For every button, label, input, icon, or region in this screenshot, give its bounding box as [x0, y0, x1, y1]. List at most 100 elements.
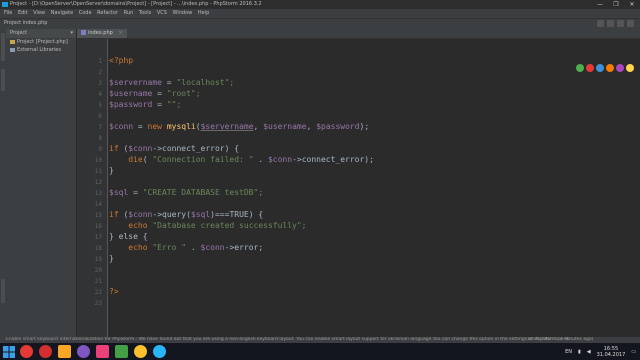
navigation-bar: Project index.php: [0, 18, 640, 29]
line-number: 5: [98, 102, 102, 109]
menu-window[interactable]: Window: [173, 9, 193, 18]
menu-tools[interactable]: Tools: [139, 9, 151, 18]
opera-icon[interactable]: [39, 345, 52, 358]
viber-icon[interactable]: [77, 345, 90, 358]
project-panel: Project ▾ Project [Project.php] External…: [6, 29, 77, 337]
line-number: 20: [94, 267, 102, 274]
tree-item-project[interactable]: Project [Project.php]: [6, 38, 76, 46]
menu-help[interactable]: Help: [198, 9, 209, 18]
line-number: 7: [98, 124, 102, 131]
phpstorm-logo-icon: [2, 2, 8, 7]
line-number: 22: [94, 289, 102, 296]
line-number: 9: [98, 146, 102, 153]
project-tool-tab[interactable]: [1, 33, 5, 61]
php-file-icon: [81, 30, 86, 35]
maximize-button[interactable]: ❐: [608, 0, 624, 9]
window-title: Project - [D:\OpenServer\OpenServer\doma…: [10, 1, 262, 7]
notification-icon[interactable]: ▭: [631, 349, 636, 355]
project-panel-header[interactable]: Project ▾: [6, 29, 76, 38]
menu-edit[interactable]: Edit: [18, 9, 28, 18]
windows-taskbar: EN ▮ ◀ 16:55 31.04.2017 ▭: [0, 343, 640, 360]
code-line-23: ?>: [109, 287, 119, 296]
language-indicator[interactable]: EN: [565, 349, 572, 355]
code-line-13: $sql = "CREATE DATABASE testDB";: [109, 188, 264, 197]
line-number: 23: [94, 300, 102, 307]
line-number: 19: [94, 256, 102, 263]
network-icon[interactable]: ▮: [578, 349, 581, 355]
code-line-17: } else {: [109, 232, 148, 241]
volume-icon[interactable]: ◀: [587, 349, 591, 355]
menu-view[interactable]: View: [33, 9, 45, 18]
minimize-button[interactable]: —: [592, 0, 608, 9]
breadcrumb[interactable]: Project index.php: [4, 20, 47, 26]
menu-bar: File Edit View Navigate Code Refactor Ru…: [0, 9, 640, 18]
safari-preview-icon[interactable]: [616, 64, 624, 72]
line-number: 17: [94, 234, 102, 241]
window-controls: — ❐ ✕: [592, 0, 640, 9]
toolbar-icons: [597, 20, 634, 27]
window-titlebar: Project - [D:\OpenServer\OpenServer\doma…: [0, 0, 640, 9]
line-number: 18: [94, 245, 102, 252]
structure-tool-tab[interactable]: [1, 69, 5, 91]
code-line-10: die( "Connection failed: " . $conn->conn…: [128, 155, 374, 164]
code-line-3: $servername = "localhost";: [109, 78, 235, 87]
code-editor[interactable]: 1 2 3 4 5 6 7 8 9 10 11 12 13 14 15 16 1…: [77, 39, 640, 337]
line-number: 16: [94, 223, 102, 230]
code-line-9: if ($conn->connect_error) {: [109, 144, 240, 153]
taskbar-apps: [20, 345, 166, 358]
close-button[interactable]: ✕: [624, 0, 640, 9]
line-number: 15: [94, 212, 102, 219]
code-line-16: echo "Database created successfully";: [128, 221, 307, 230]
code-line-5: $password = "";: [109, 100, 182, 109]
yandex-preview-icon[interactable]: [626, 64, 634, 72]
code-line-1: <?php: [109, 56, 134, 65]
line-number: 2: [98, 69, 102, 76]
line-number: 10: [94, 157, 102, 164]
code-line-18: echo "Erro " . $conn->error;: [128, 243, 264, 252]
line-number: 1: [98, 58, 102, 65]
clock[interactable]: 16:55 31.04.2017: [597, 346, 626, 358]
code-line-7: $conn = new mysqli($servername, $usernam…: [109, 122, 370, 131]
code-line-19: }: [109, 254, 114, 263]
code-line-15: if ($conn->query($sql)===TRUE) {: [109, 210, 264, 219]
skype-icon[interactable]: [153, 345, 166, 358]
chevron-down-icon[interactable]: ▾: [70, 29, 73, 38]
line-number: 4: [98, 91, 102, 98]
line-number: 13: [94, 190, 102, 197]
library-icon: [10, 47, 15, 52]
line-number: 11: [94, 168, 102, 175]
camtasia-icon[interactable]: [115, 345, 128, 358]
menu-refactor[interactable]: Refactor: [97, 9, 118, 18]
search-icon[interactable]: [627, 20, 634, 27]
system-tray: EN ▮ ◀ 16:55 31.04.2017 ▭: [565, 343, 636, 360]
folder-icon: [10, 39, 15, 44]
line-number: 14: [94, 201, 102, 208]
editor-tab-bar: index.php ×: [77, 29, 640, 39]
line-number: 21: [94, 278, 102, 285]
menu-navigate[interactable]: Navigate: [51, 9, 73, 18]
line-number-gutter: 1 2 3 4 5 6 7 8 9 10 11 12 13 14 15 16 1…: [77, 39, 108, 337]
tree-item-external-libraries[interactable]: External Libraries: [6, 46, 76, 54]
chrome-icon-2[interactable]: [134, 345, 147, 358]
code-line-4: $username = "root";: [109, 89, 201, 98]
line-number: 6: [98, 113, 102, 120]
tab-index-php[interactable]: index.php ×: [77, 29, 127, 38]
windows-start-icon[interactable]: [3, 346, 15, 358]
run-icon[interactable]: [607, 20, 614, 27]
menu-code[interactable]: Code: [79, 9, 92, 18]
favorites-tool-tab[interactable]: [1, 279, 5, 303]
menu-run[interactable]: Run: [124, 9, 134, 18]
line-number: 8: [98, 135, 102, 142]
code-line-11: }: [109, 166, 114, 175]
phpstorm-icon[interactable]: [96, 345, 109, 358]
line-number: 3: [98, 80, 102, 87]
run-config-icon[interactable]: [597, 20, 604, 27]
debug-icon[interactable]: [617, 20, 624, 27]
menu-file[interactable]: File: [4, 9, 12, 18]
code-content[interactable]: <?php $servername = "localhost"; $userna…: [109, 39, 609, 337]
yandex-icon[interactable]: [58, 345, 71, 358]
menu-vcs[interactable]: VCS: [157, 9, 167, 18]
line-number: 12: [94, 179, 102, 186]
tab-close-icon[interactable]: ×: [118, 30, 122, 36]
chrome-icon[interactable]: [20, 345, 33, 358]
